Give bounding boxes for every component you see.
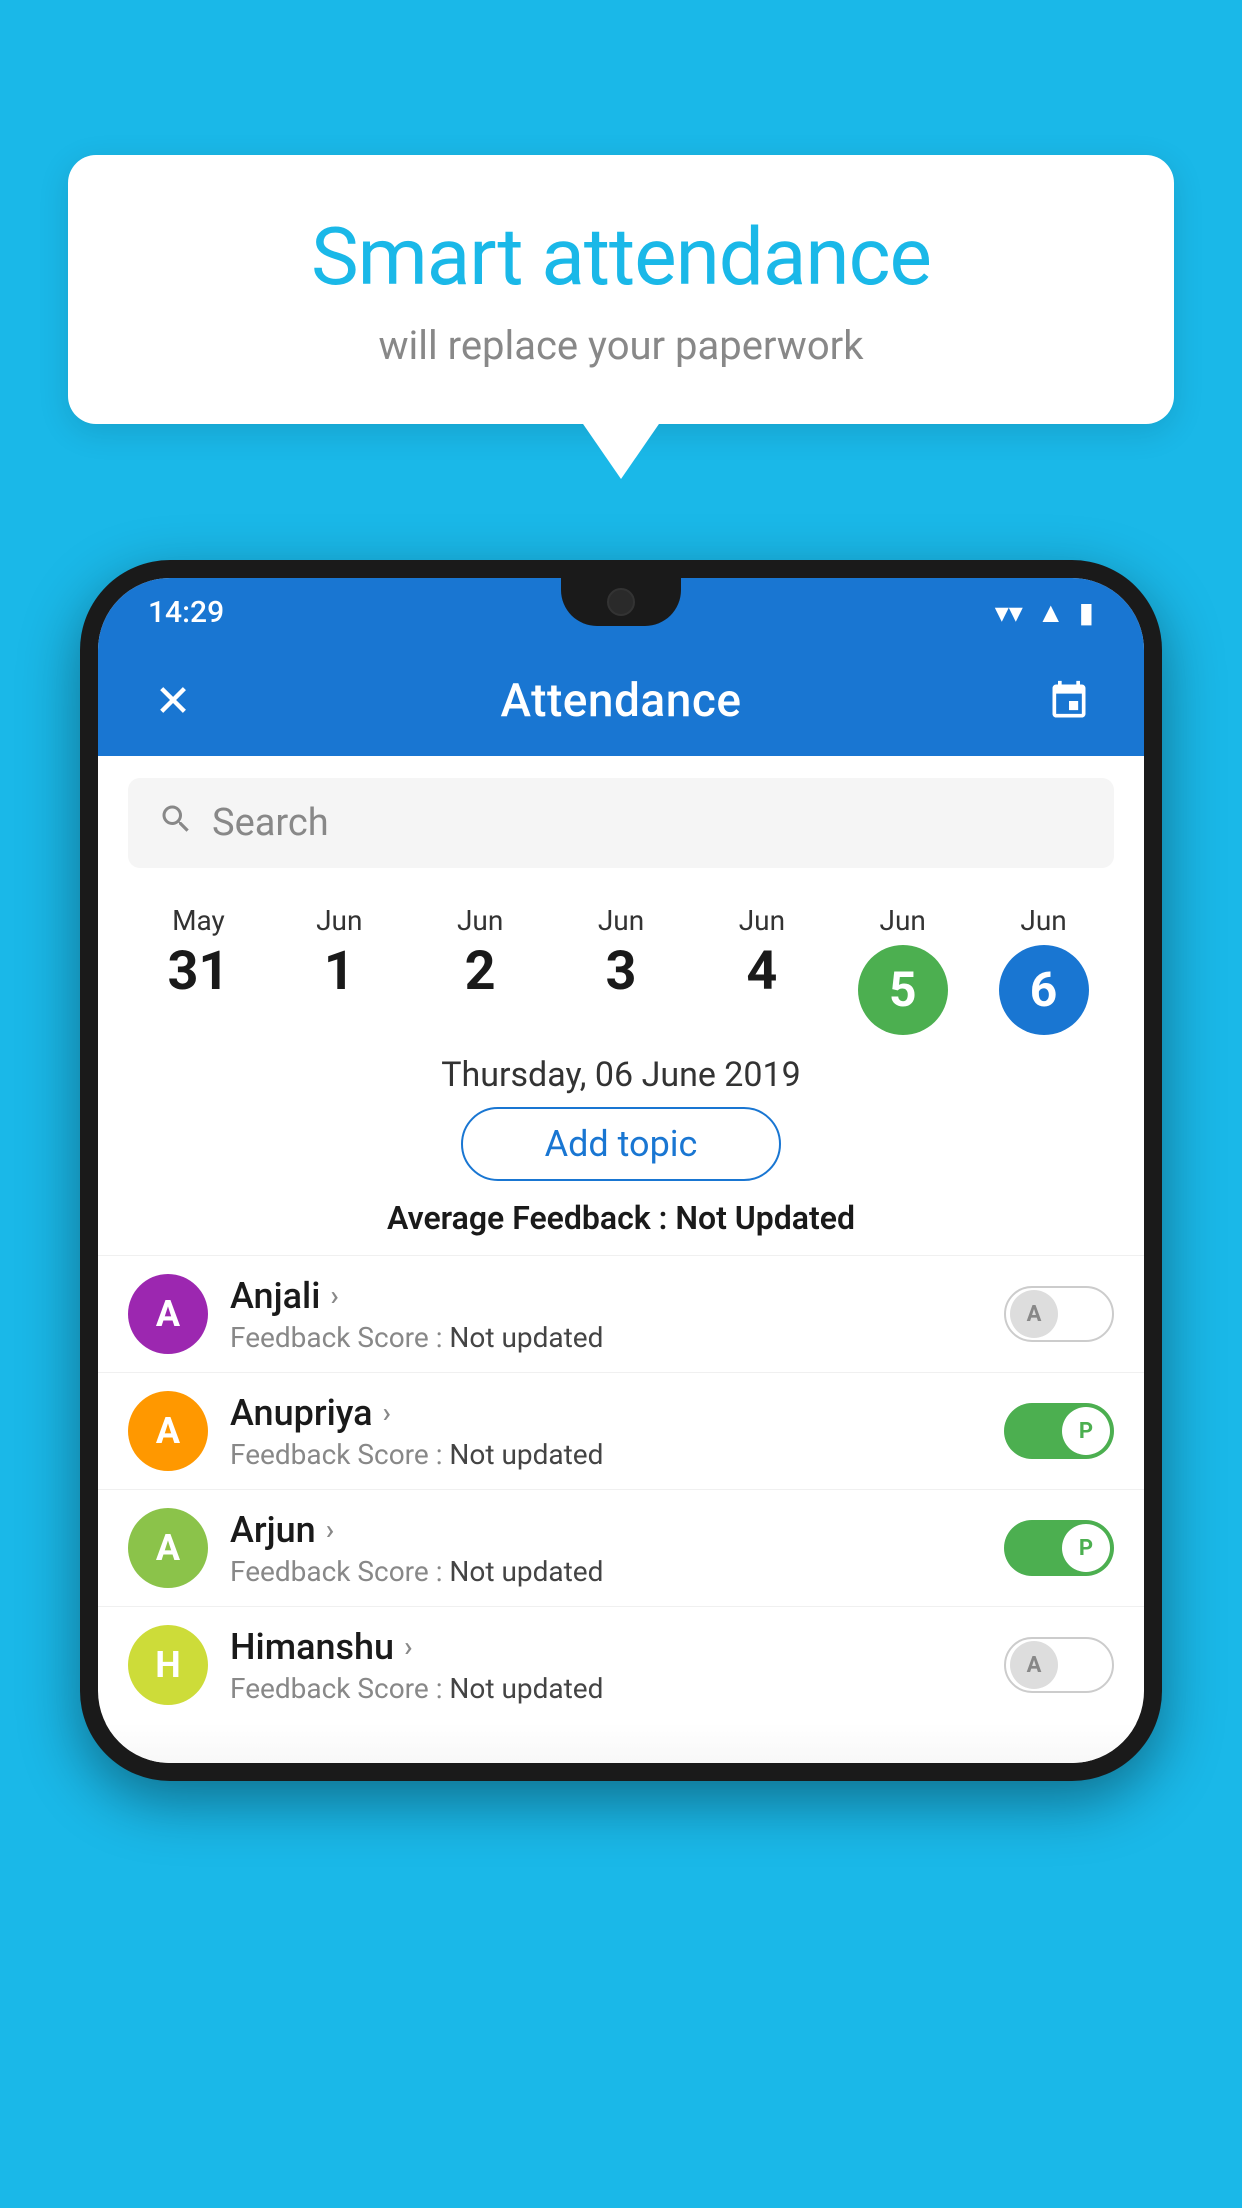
student-name: Arjun › [230,1509,982,1551]
student-feedback: Feedback Score : Not updated [230,1321,982,1354]
date-col[interactable]: Jun 5 [832,904,973,1035]
speech-subtitle: will replace your paperwork [128,322,1114,369]
date-col[interactable]: Jun 1 [269,904,410,999]
phone-wrapper: 14:29 ▾▾ ▲ ▮ ✕ Attendance [80,560,1162,2208]
date-month: Jun [1020,904,1066,937]
avg-feedback-value: Not Updated [675,1199,855,1237]
date-month: Jun [880,904,926,937]
date-col[interactable]: Jun 3 [551,904,692,999]
date-day: 4 [746,945,777,999]
date-col[interactable]: Jun 4 [691,904,832,999]
date-month: Jun [598,904,644,937]
bottom-fade [98,1723,1144,1763]
student-info: Himanshu › Feedback Score : Not updated [230,1626,982,1705]
chevron-icon: › [326,1513,334,1546]
phone-screen: 14:29 ▾▾ ▲ ▮ ✕ Attendance [98,578,1144,1763]
toggle-absent[interactable]: A [1004,1637,1114,1693]
search-icon [158,801,194,846]
student-name: Himanshu › [230,1626,982,1668]
date-month: May [172,904,225,937]
toggle-knob: A [1010,1290,1058,1338]
battery-icon: ▮ [1079,596,1094,629]
app-bar-title: Attendance [501,674,742,728]
student-name: Anjali › [230,1275,982,1317]
app-bar: ✕ Attendance [98,646,1144,756]
toggle-knob: P [1062,1407,1110,1455]
student-avatar: H [128,1625,208,1705]
toggle-knob: P [1062,1524,1110,1572]
student-avatar: A [128,1391,208,1471]
chevron-icon: › [383,1396,391,1429]
chevron-icon: › [330,1279,338,1312]
speech-bubble: Smart attendance will replace your paper… [68,155,1174,424]
student-avatar: A [128,1274,208,1354]
student-avatar: A [128,1508,208,1588]
student-feedback: Feedback Score : Not updated [230,1555,982,1588]
date-day: 3 [606,945,637,999]
calendar-button[interactable] [1034,666,1104,736]
date-month: Jun [457,904,503,937]
date-day: 1 [324,945,355,999]
chevron-icon: › [404,1630,412,1663]
date-month: Jun [316,904,362,937]
date-day: 2 [465,945,496,999]
student-list: AAnjali ›Feedback Score : Not updatedAAA… [98,1255,1144,1723]
search-placeholder: Search [212,801,329,845]
student-item[interactable]: A Anupriya › Feedback Score : Not updated P [98,1372,1144,1489]
selected-date: Thursday, 06 June 2019 [98,1035,1144,1107]
toggle-present[interactable]: P [1004,1520,1114,1576]
student-info: Anjali › Feedback Score : Not updated [230,1275,982,1354]
date-col[interactable]: Jun 2 [410,904,551,999]
toggle-knob: A [1010,1641,1058,1689]
date-circle-green[interactable]: 5 [858,945,948,1035]
toggle-absent[interactable]: A [1004,1286,1114,1342]
avg-feedback: Average Feedback : Not Updated [98,1199,1144,1255]
student-feedback: Feedback Score : Not updated [230,1672,982,1705]
signal-icon: ▲ [1037,596,1065,629]
status-icons: ▾▾ ▲ ▮ [995,596,1094,629]
toggle-present[interactable]: P [1004,1403,1114,1459]
student-item[interactable]: A Arjun › Feedback Score : Not updated P [98,1489,1144,1606]
date-day: 31 [167,945,229,999]
date-circle-blue[interactable]: 6 [999,945,1089,1035]
student-name: Anupriya › [230,1392,982,1434]
phone-frame: 14:29 ▾▾ ▲ ▮ ✕ Attendance [80,560,1162,1781]
add-topic-button[interactable]: Add topic [461,1107,781,1181]
date-col[interactable]: Jun 6 [973,904,1114,1035]
status-time: 14:29 [148,595,224,630]
date-month: Jun [739,904,785,937]
close-button[interactable]: ✕ [138,666,208,736]
phone-camera [607,588,635,616]
student-item[interactable]: H Himanshu › Feedback Score : Not updated A [98,1606,1144,1723]
date-row: May 31 Jun 1 Jun 2 Jun 3 Jun 4 Jun 5 Jun 6 [98,890,1144,1035]
student-feedback: Feedback Score : Not updated [230,1438,982,1471]
speech-title: Smart attendance [128,210,1114,304]
student-info: Arjun › Feedback Score : Not updated [230,1509,982,1588]
search-bar[interactable]: Search [128,778,1114,868]
avg-feedback-label: Average Feedback : [387,1199,675,1237]
date-col[interactable]: May 31 [128,904,269,999]
phone-notch [561,578,681,626]
student-item[interactable]: A Anjali › Feedback Score : Not updated A [98,1255,1144,1372]
student-info: Anupriya › Feedback Score : Not updated [230,1392,982,1471]
wifi-icon: ▾▾ [995,596,1023,629]
